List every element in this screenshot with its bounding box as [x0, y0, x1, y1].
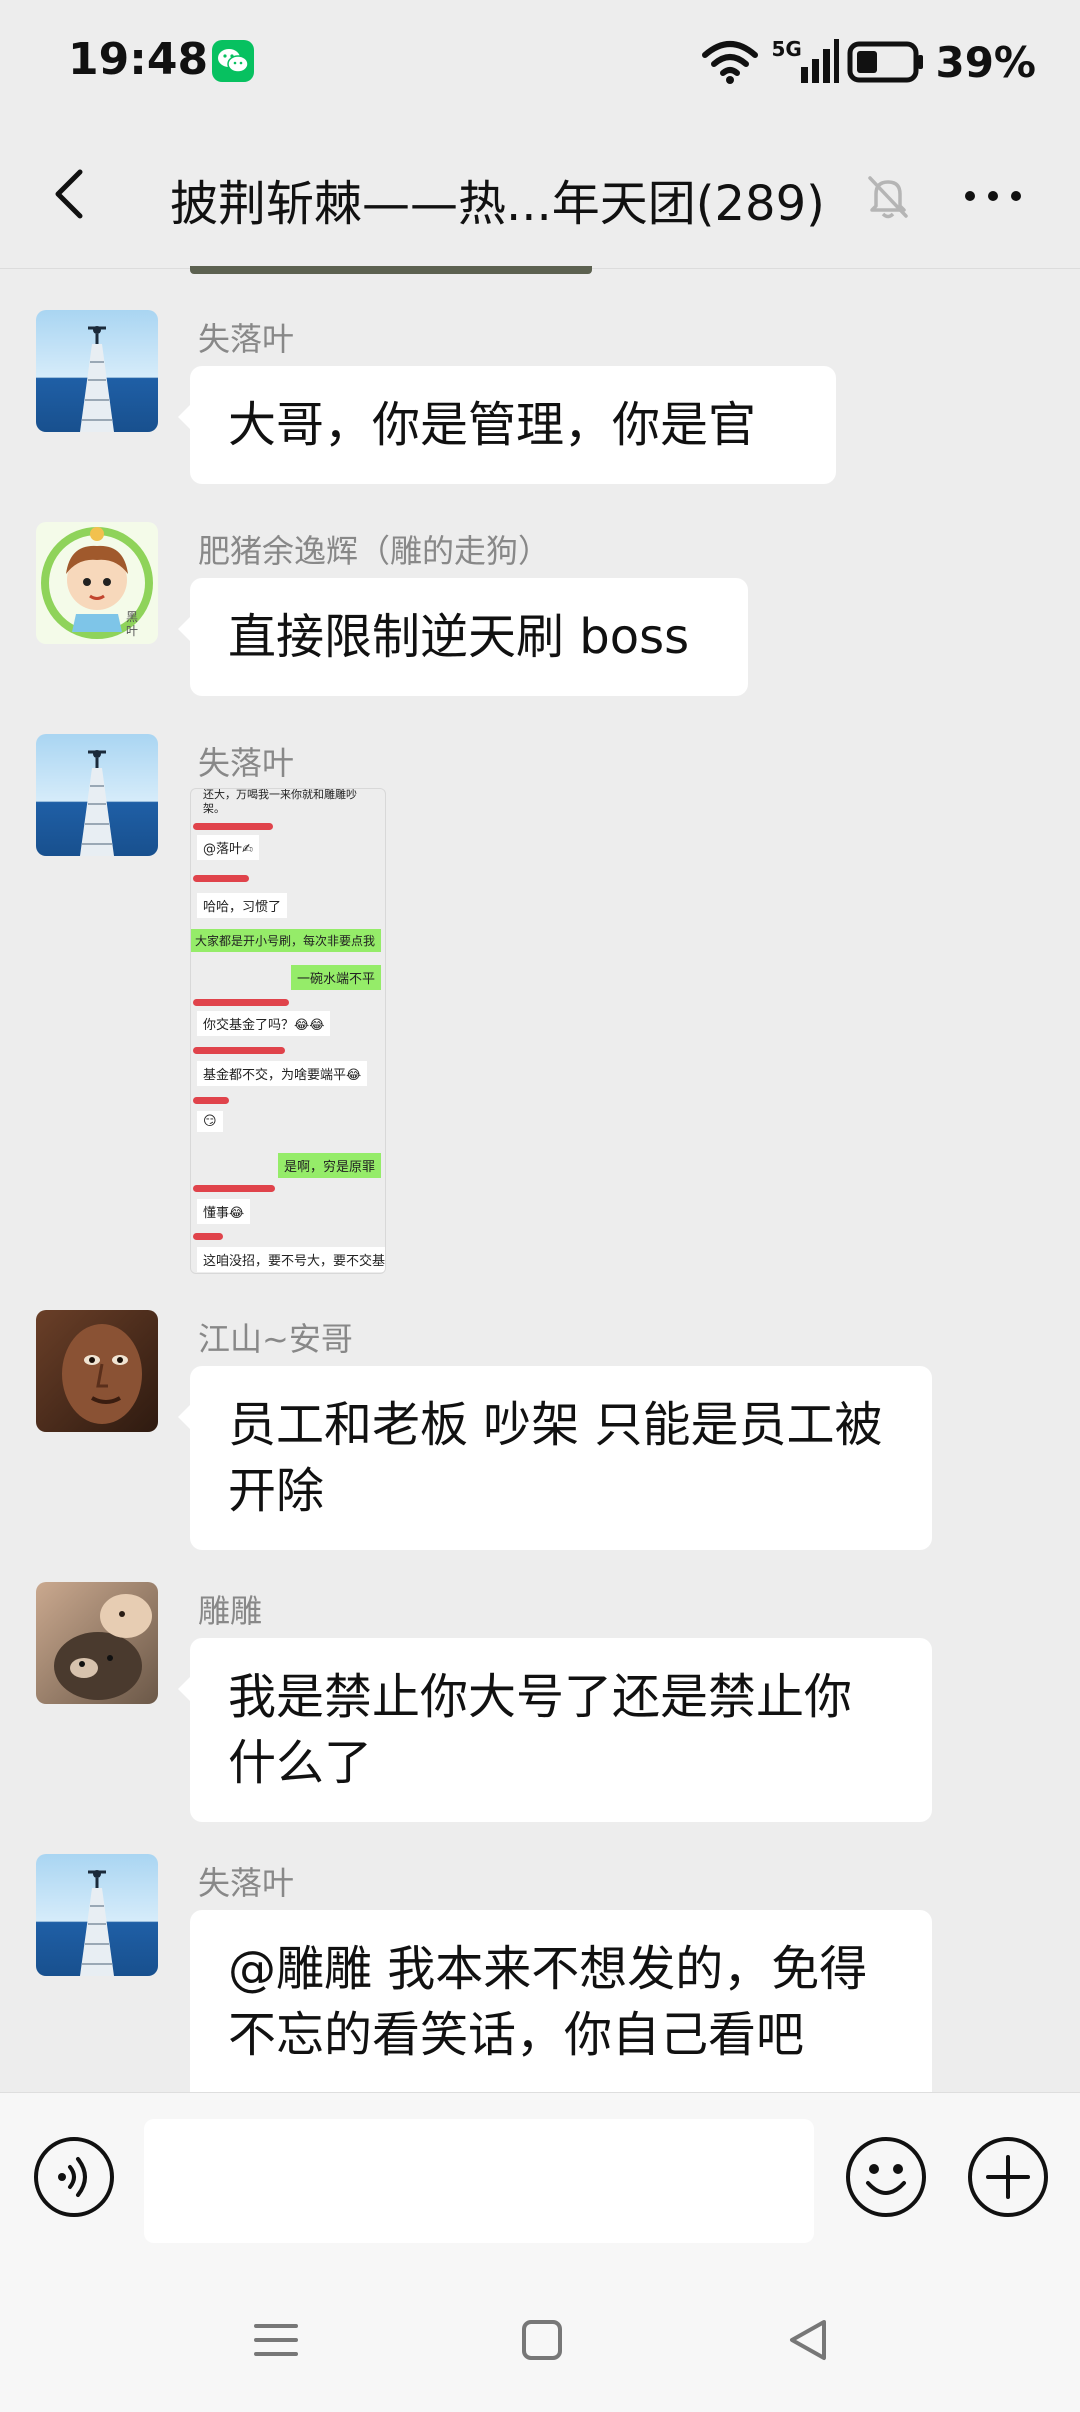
redaction-mark — [193, 1185, 275, 1192]
menu-icon[interactable] — [246, 2310, 306, 2370]
sender-name: 失落叶 — [198, 320, 295, 358]
plus-icon — [968, 2137, 1048, 2217]
avatar[interactable] — [36, 310, 158, 432]
message-bubble[interactable]: 员工和老板 吵架 只能是员工被开除 — [178, 1366, 932, 1550]
more-options-button[interactable] — [958, 166, 1028, 226]
screenshot-line: 一碗水端不平 — [290, 965, 381, 990]
avatar[interactable] — [36, 1310, 158, 1432]
screenshot-line: 是啊，穷是原罪 — [277, 1153, 381, 1178]
message-bubble[interactable]: 直接限制逆天刷 boss — [178, 578, 748, 696]
sender-name: 江山~安哥 — [198, 1320, 353, 1358]
battery-icon — [847, 41, 924, 83]
chat-input-bar — [0, 2092, 1080, 2262]
redaction-mark — [193, 823, 273, 830]
sender-name: 失落叶 — [198, 744, 295, 782]
message-bubble[interactable]: 大哥，你是管理，你是官 — [178, 366, 836, 484]
home-icon[interactable] — [512, 2310, 572, 2370]
bell-off-icon — [868, 176, 908, 219]
avatar-stairs-image — [80, 750, 114, 856]
signal-bars-icon — [775, 39, 840, 83]
screenshot-line: 😏 — [197, 1111, 223, 1132]
avatar-stairs-image — [80, 1870, 114, 1976]
status-indicators: 5G 39% — [701, 34, 1036, 90]
sender-name: 肥猪余逸辉（雕的走狗） — [198, 532, 551, 570]
avatar-stairs-image — [80, 326, 114, 432]
screenshot-line: 哈哈，习惯了 — [197, 893, 288, 918]
sender-name: 雕雕 — [198, 1592, 263, 1630]
avatar-caption: 黑叶 — [126, 610, 139, 638]
chat-title: 披荆斩棘——热...年天团(289) — [170, 176, 825, 232]
redaction-mark — [193, 999, 289, 1006]
redaction-mark — [193, 875, 249, 882]
avatar[interactable] — [36, 1854, 158, 1976]
emoji-icon — [846, 2137, 926, 2217]
screenshot-line: 你交基金了吗？😂😂 — [197, 1011, 331, 1036]
message-bubble[interactable]: 我是禁止你大号了还是禁止你什么了 — [178, 1638, 932, 1822]
screenshot-line: 基金都不交，为啥要端平😂 — [197, 1061, 368, 1086]
system-navigation-bar — [0, 2262, 1080, 2412]
cellular-signal: 5G — [771, 37, 840, 87]
voice-button[interactable] — [32, 2135, 116, 2223]
avatar[interactable] — [36, 734, 158, 856]
image-message-thumbnail[interactable]: 还大，万喝我一来你就和雕雕吵架。 @落叶✍ 哈哈，习惯了 大家都是开小号刷，每次… — [190, 788, 386, 1274]
more-features-button[interactable] — [966, 2135, 1050, 2223]
redaction-mark — [193, 1047, 285, 1054]
chevron-left-icon — [55, 169, 83, 219]
status-time: 19:48 — [68, 34, 209, 85]
sender-name: 失落叶 — [198, 1864, 295, 1902]
screenshot-line: 还大，万喝我一来你就和雕雕吵架。 — [203, 788, 357, 815]
status-bar: 19:48 5G 39% — [0, 0, 1080, 120]
screenshot-line: @落叶✍ — [197, 835, 259, 860]
avatar[interactable] — [36, 1582, 158, 1704]
back-triangle-icon[interactable] — [778, 2310, 838, 2370]
avatar[interactable]: 黑叶 — [36, 522, 158, 644]
chat-header: 披荆斩棘——热...年天团(289) — [0, 120, 1080, 270]
redaction-mark — [193, 1097, 229, 1104]
voice-icon — [34, 2137, 114, 2217]
message-input[interactable] — [144, 2119, 814, 2243]
battery-percentage: 39% — [935, 37, 1036, 87]
screenshot-line: 大家都是开小号刷，每次非要点我 — [191, 929, 381, 952]
back-button[interactable] — [36, 158, 108, 230]
wechat-notification-icon — [212, 40, 254, 82]
screenshot-line: 懂事😂 — [197, 1199, 251, 1224]
emoji-button[interactable] — [844, 2135, 928, 2223]
screenshot-line: 这咱没招，要不号大，要不交基 — [197, 1247, 385, 1272]
avatar-pet-image — [54, 1594, 152, 1700]
message-bubble[interactable]: @雕雕 我本来不想发的，免得不忘的看笑话，你自己看吧 — [190, 1910, 932, 2092]
more-dots-icon — [965, 191, 1021, 201]
redaction-mark — [193, 1233, 223, 1240]
avatar-face-image — [62, 1324, 142, 1424]
previous-image-edge[interactable] — [190, 266, 592, 274]
wifi-icon — [702, 41, 759, 84]
